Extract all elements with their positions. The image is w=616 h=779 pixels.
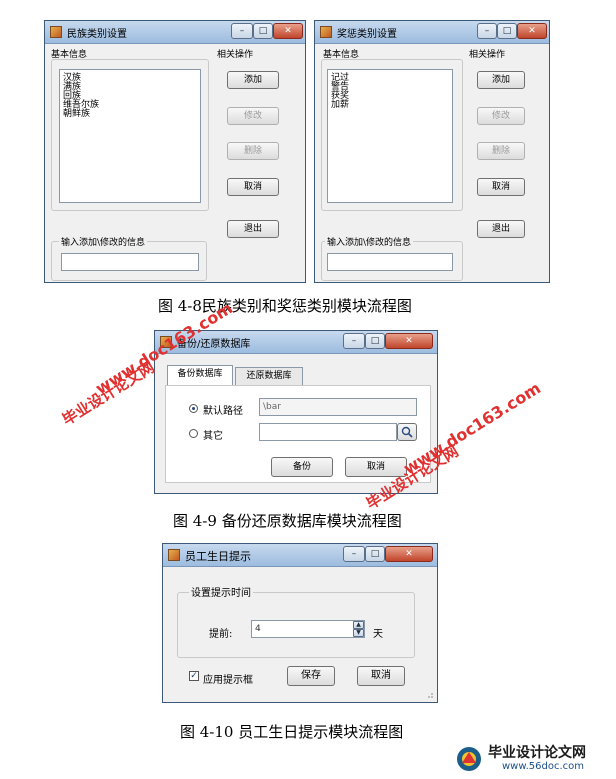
cancel-button[interactable]: 取消 xyxy=(477,178,525,196)
list-item[interactable]: 满族 xyxy=(60,83,200,92)
add-button[interactable]: 添加 xyxy=(227,71,279,89)
save-button[interactable]: 保存 xyxy=(287,666,335,686)
group-label: 设置提示时间 xyxy=(189,584,253,599)
ethnic-category-window: 民族类别设置 – □ ✕ 基本信息 相关操作 汉族 满族 回族 维吾尔族 朝鲜族… xyxy=(44,20,306,283)
close-icon[interactable]: ✕ xyxy=(385,333,433,349)
cancel-button[interactable]: 取消 xyxy=(227,178,279,196)
backup-restore-window: 备份/还原数据库 – □ ✕ 备份数据库 还原数据库 默认路径 \bar 其它 … xyxy=(154,330,438,494)
birthday-reminder-window: 员工生日提示 – □ ✕ 设置提示时间 提前: 4 ▲ ▼ 天 ✓ 应用提示框 … xyxy=(162,543,438,703)
logo-site-name: 毕业设计论文网 xyxy=(488,745,586,761)
unit-label: 天 xyxy=(373,629,383,640)
advance-label: 提前: xyxy=(209,629,233,640)
site-logo: 毕业设计论文网 www.56doc.com xyxy=(456,742,606,774)
maximize-icon[interactable]: □ xyxy=(365,333,385,349)
input-field[interactable] xyxy=(61,253,199,271)
resize-grip-icon[interactable] xyxy=(426,691,434,699)
list-item[interactable]: 汉族 xyxy=(60,74,200,83)
app-icon xyxy=(50,26,62,38)
tab-backup-database[interactable]: 备份数据库 xyxy=(167,365,233,385)
apply-reminder-checkbox[interactable]: ✓ xyxy=(189,671,199,681)
minimize-icon[interactable]: – xyxy=(343,333,365,349)
input-label: 输入添加\修改的信息 xyxy=(325,235,414,248)
list-item[interactable]: 朝鲜族 xyxy=(60,110,200,119)
reward-punish-category-window: 奖惩类别设置 – □ ✕ 基本信息 相关操作 记过 警告 获奖 加薪 添加 修改… xyxy=(314,20,550,283)
app-icon xyxy=(320,26,332,38)
apply-reminder-label: 应用提示框 xyxy=(203,675,253,686)
watermark-site-name: 毕业设计论文网 xyxy=(59,358,158,429)
app-icon xyxy=(168,549,180,561)
default-path-field[interactable]: \bar xyxy=(259,398,417,416)
logo-url: www.56doc.com xyxy=(502,761,585,772)
maximize-icon[interactable]: □ xyxy=(253,23,273,39)
spin-down-icon[interactable]: ▼ xyxy=(353,629,364,637)
related-ops-label: 相关操作 xyxy=(469,50,506,60)
figure-caption: 图 4-10 员工生日提示模块流程图 xyxy=(180,723,404,741)
other-path-label: 其它 xyxy=(203,431,223,442)
spin-up-icon[interactable]: ▲ xyxy=(353,621,364,629)
cancel-button[interactable]: 取消 xyxy=(357,666,405,686)
reward-listbox[interactable]: 记过 警告 获奖 加薪 xyxy=(327,69,453,203)
title-bar[interactable]: 奖惩类别设置 – □ ✕ xyxy=(315,21,549,44)
add-button[interactable]: 添加 xyxy=(477,71,525,89)
minimize-icon[interactable]: – xyxy=(477,23,497,39)
close-icon[interactable]: ✕ xyxy=(273,23,303,39)
list-item[interactable]: 加薪 xyxy=(328,101,452,110)
ethnic-listbox[interactable]: 汉族 满族 回族 维吾尔族 朝鲜族 xyxy=(59,69,201,203)
browse-button[interactable] xyxy=(397,423,417,441)
figure-caption: 图 4-8民族类别和奖惩类别模块流程图 xyxy=(158,297,412,315)
minimize-icon[interactable]: – xyxy=(343,546,365,562)
maximize-icon[interactable]: □ xyxy=(497,23,517,39)
other-path-field[interactable] xyxy=(259,423,397,441)
input-label: 输入添加\修改的信息 xyxy=(59,235,148,248)
window-title: 奖惩类别设置 xyxy=(337,29,397,40)
maximize-icon[interactable]: □ xyxy=(365,546,385,562)
title-bar[interactable]: 员工生日提示 – □ ✕ xyxy=(163,544,437,567)
tab-restore-database[interactable]: 还原数据库 xyxy=(235,367,303,385)
delete-button[interactable]: 删除 xyxy=(227,142,279,160)
backup-button[interactable]: 备份 xyxy=(271,457,333,477)
default-path-radio[interactable] xyxy=(189,404,198,413)
title-bar[interactable]: 民族类别设置 – □ ✕ xyxy=(45,21,305,44)
modify-button[interactable]: 修改 xyxy=(477,107,525,125)
related-ops-label: 相关操作 xyxy=(217,50,254,60)
other-path-radio[interactable] xyxy=(189,429,198,438)
figure-caption: 图 4-9 备份还原数据库模块流程图 xyxy=(173,512,402,530)
input-field[interactable] xyxy=(327,253,453,271)
close-icon[interactable]: ✕ xyxy=(385,546,433,562)
window-title: 员工生日提示 xyxy=(185,550,251,563)
logo-emblem-icon xyxy=(457,747,481,771)
delete-button[interactable]: 删除 xyxy=(477,142,525,160)
minimize-icon[interactable]: – xyxy=(231,23,253,39)
window-title: 民族类别设置 xyxy=(67,29,127,40)
modify-button[interactable]: 修改 xyxy=(227,107,279,125)
exit-button[interactable]: 退出 xyxy=(227,220,279,238)
exit-button[interactable]: 退出 xyxy=(477,220,525,238)
search-icon xyxy=(401,426,413,438)
default-path-label: 默认路径 xyxy=(203,406,243,417)
close-icon[interactable]: ✕ xyxy=(517,23,547,39)
advance-days-stepper[interactable]: 4 xyxy=(251,620,365,638)
